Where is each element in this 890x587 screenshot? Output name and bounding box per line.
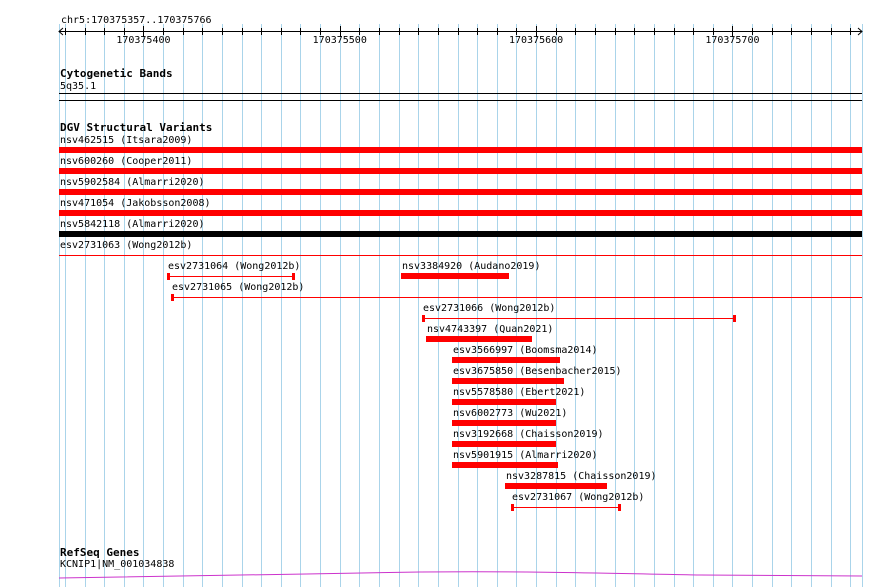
dgv-feature-bar[interactable] xyxy=(422,318,736,319)
dgv-feature-bar[interactable] xyxy=(426,336,532,342)
dgv-feature-bar[interactable] xyxy=(452,462,558,468)
dgv-feature-bar[interactable] xyxy=(59,168,862,174)
dgv-feature-bar[interactable] xyxy=(59,231,862,237)
dgv-feature-bar[interactable] xyxy=(167,276,295,277)
dgv-feature-label: nsv4743397 (Quan2021) xyxy=(427,324,554,335)
dgv-feature-label: esv2731064 (Wong2012b) xyxy=(168,261,301,272)
dgv-feature-label: esv3675850 (Besenbacher2015) xyxy=(453,366,622,377)
refseq-track-title: RefSeq Genes xyxy=(60,546,140,559)
dgv-feature-end-cap xyxy=(618,504,621,511)
dgv-feature-label: nsv3287815 (Chaisson2019) xyxy=(506,471,657,482)
cytoband-label: 5q35.1 xyxy=(60,81,97,92)
dgv-feature-label: nsv5578580 (Ebert2021) xyxy=(453,387,586,398)
ruler-tick-label: 170375700 xyxy=(705,35,760,46)
dgv-feature-label: esv2731066 (Wong2012b) xyxy=(423,303,556,314)
dgv-feature-label: nsv462515 (Itsara2009) xyxy=(60,135,193,146)
dgv-feature-end-cap xyxy=(167,273,170,280)
dgv-feature-label: esv3566997 (Boomsma2014) xyxy=(453,345,598,356)
dgv-feature-bar[interactable] xyxy=(452,399,556,405)
dgv-feature-label: nsv5842118 (Almarri2020) xyxy=(60,219,205,230)
dgv-feature-bar[interactable] xyxy=(59,210,862,216)
cytoband-track-title: Cytogenetic Bands xyxy=(60,67,173,80)
dgv-feature-bar[interactable] xyxy=(171,297,862,298)
refseq-gene-model[interactable] xyxy=(0,566,890,580)
dgv-feature-end-cap xyxy=(422,315,425,322)
dgv-feature-bar[interactable] xyxy=(505,483,607,489)
dgv-feature-bar[interactable] xyxy=(59,189,862,195)
dgv-feature-bar[interactable] xyxy=(452,441,556,447)
ruler-tick-label: 170375600 xyxy=(508,35,564,46)
cytoband-bottom-border xyxy=(59,100,862,101)
dgv-feature-bar[interactable] xyxy=(401,273,509,279)
dgv-feature-label: esv2731063 (Wong2012b) xyxy=(60,240,193,251)
dgv-feature-bar[interactable] xyxy=(452,357,560,363)
dgv-feature-label: nsv471054 (Jakobsson2008) xyxy=(60,198,211,209)
dgv-feature-label: nsv600260 (Cooper2011) xyxy=(60,156,193,167)
dgv-feature-end-cap xyxy=(171,294,174,301)
ruler-tick-label: 170375400 xyxy=(116,35,171,46)
dgv-feature-end-cap xyxy=(733,315,736,322)
dgv-feature-bar[interactable] xyxy=(452,420,556,426)
dgv-feature-label: nsv3384920 (Audano2019) xyxy=(402,261,541,272)
dgv-feature-label: nsv5901915 (Almarri2020) xyxy=(453,450,598,461)
cytoband-top-border xyxy=(59,93,862,94)
dgv-feature-end-cap xyxy=(511,504,514,511)
dgv-track-title: DGV Structural Variants xyxy=(60,121,213,134)
dgv-feature-label: esv2731067 (Wong2012b) xyxy=(512,492,645,503)
dgv-feature-end-cap xyxy=(292,273,295,280)
dgv-feature-label: nsv6002773 (Wu2021) xyxy=(453,408,568,419)
dgv-feature-bar[interactable] xyxy=(511,507,621,508)
dgv-feature-bar[interactable] xyxy=(59,147,862,153)
dgv-feature-bar[interactable] xyxy=(59,255,862,256)
dgv-feature-label: nsv3192668 (Chaisson2019) xyxy=(453,429,604,440)
grid-lines xyxy=(59,24,863,587)
dgv-feature-label: nsv5902584 (Almarri2020) xyxy=(60,177,205,188)
dgv-feature-label: esv2731065 (Wong2012b) xyxy=(172,282,305,293)
ruler-tick-label: 170375500 xyxy=(312,35,367,46)
dgv-feature-bar[interactable] xyxy=(452,378,564,384)
